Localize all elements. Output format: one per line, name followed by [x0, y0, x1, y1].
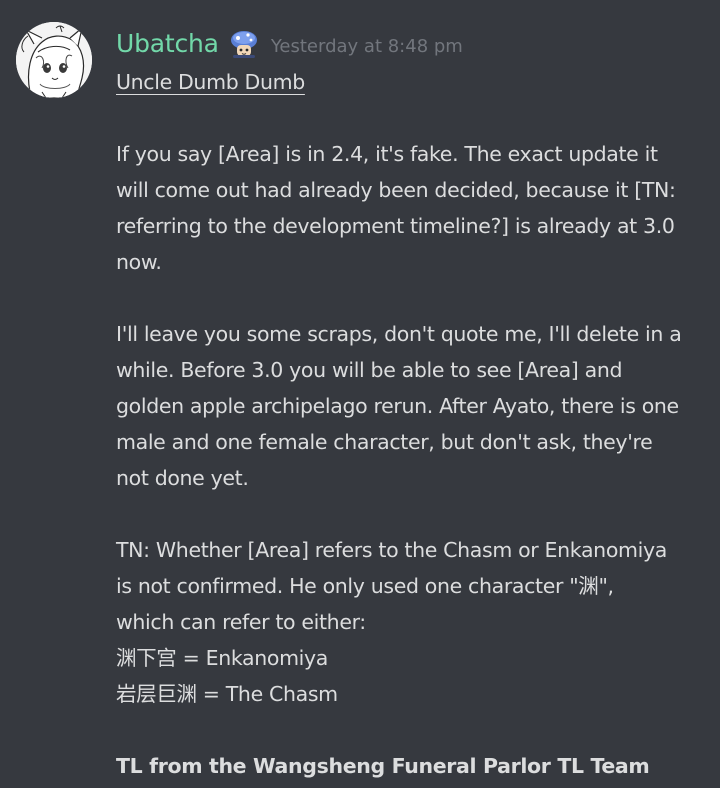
paimon-mushroom-icon[interactable] — [229, 29, 259, 59]
message-content: Uncle Dumb Dumb If you say [Area] is in … — [116, 64, 716, 784]
paragraph-line: I'll leave you some scraps, don't quote … — [116, 322, 682, 346]
username[interactable]: Ubatcha — [116, 29, 219, 58]
paragraph-line: 渊下宫 = Enkanomiya — [116, 646, 329, 670]
message-footer: TL from the Wangsheng Funeral Parlor TL … — [116, 754, 650, 778]
paragraph-line: now. — [116, 250, 162, 274]
paragraph-line: If you say [Area] is in 2.4, it's fake. … — [116, 142, 658, 166]
paragraph-line: is not confirmed. He only used one chara… — [116, 574, 614, 598]
paragraph-line: referring to the development timeline?] … — [116, 214, 675, 238]
avatar[interactable] — [16, 22, 92, 98]
paragraph-line: while. Before 3.0 you will be able to se… — [116, 358, 623, 382]
message-title: Uncle Dumb Dumb — [116, 70, 305, 94]
paragraph-line: 岩层巨渊 = The Chasm — [116, 682, 338, 706]
timestamp[interactable]: Yesterday at 8:48 pm — [271, 36, 463, 57]
paragraph-line: golden apple archipelago rerun. After Ay… — [116, 394, 679, 418]
paragraph-line: male and one female character, but don't… — [116, 430, 653, 454]
paragraph-line: which can refer to either: — [116, 610, 366, 634]
paragraph-line: TN: Whether [Area] refers to the Chasm o… — [116, 538, 667, 562]
message-header: Ubatcha Yesterday at 8:48 pm — [116, 24, 463, 62]
anime-avatar-icon — [16, 22, 92, 98]
chat-message: Ubatcha Yesterday at 8:48 pm Uncle Dumb … — [0, 0, 720, 788]
paragraph-line: not done yet. — [116, 466, 249, 490]
paragraph-line: will come out had already been decided, … — [116, 178, 676, 202]
